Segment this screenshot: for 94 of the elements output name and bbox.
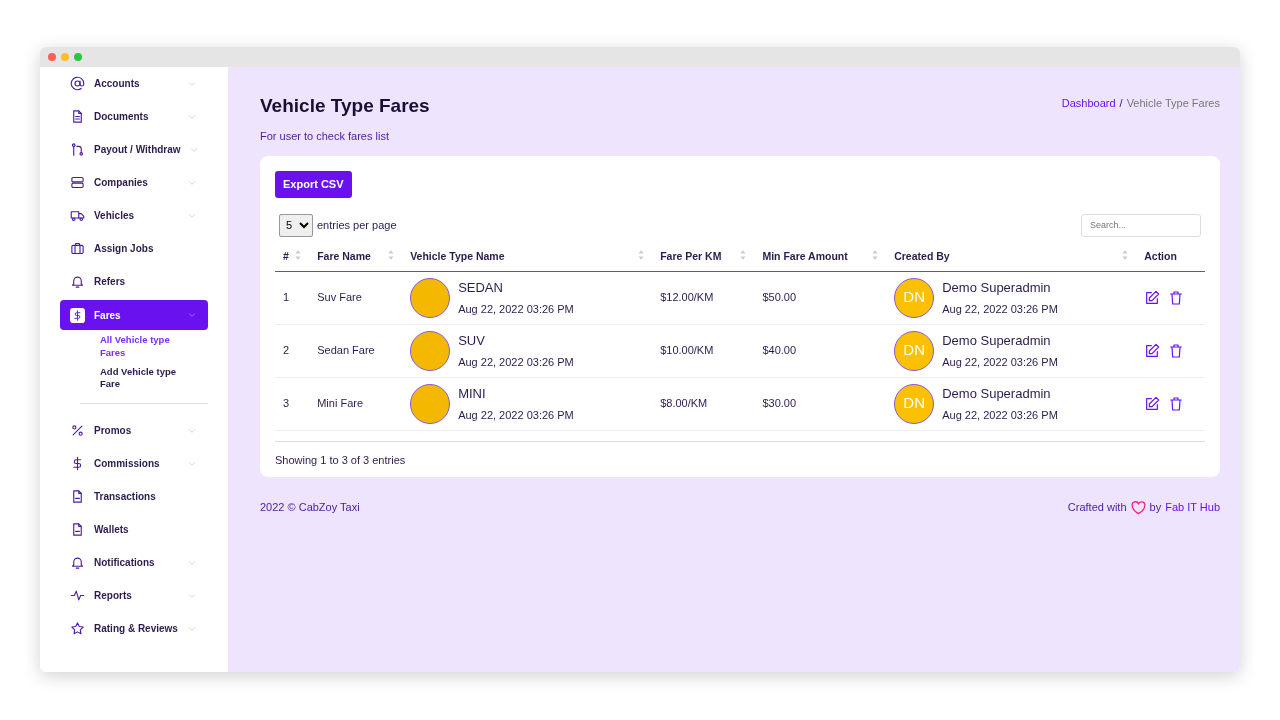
percent-icon [70, 423, 85, 439]
sidebar-item[interactable]: Reports [60, 579, 208, 613]
table-cell: Sedan Fare [309, 324, 403, 378]
column-header[interactable]: # [275, 242, 310, 272]
copyright-text: 2022 © CabZoy Taxi [260, 500, 360, 516]
column-header[interactable]: Fare Per KM [652, 242, 755, 272]
row-number: 1 [275, 271, 310, 325]
edit-icon[interactable] [1144, 342, 1161, 359]
column-header[interactable]: Vehicle Type Name [402, 242, 653, 272]
breadcrumb-current: Vehicle Type Fares [1126, 96, 1220, 111]
delete-icon[interactable] [1168, 289, 1185, 306]
document-icon [70, 109, 85, 124]
sort-icon[interactable] [638, 248, 645, 261]
heart-icon [1130, 500, 1146, 515]
at-icon [70, 76, 85, 91]
sort-icon[interactable] [872, 248, 879, 261]
sidebar-item[interactable]: Assign Jobs [60, 232, 208, 265]
created-date: Aug 22, 2022 03:26 PM [942, 355, 1058, 371]
sidebar-item[interactable]: Rating & Reviews [60, 612, 208, 646]
sidebar-item[interactable]: Promos [60, 414, 208, 448]
vehicle-date: Aug 22, 2022 03:26 PM [458, 302, 574, 318]
star-icon [70, 621, 85, 637]
close-window-icon[interactable] [48, 53, 56, 61]
edit-icon[interactable] [1144, 289, 1161, 306]
delete-icon[interactable] [1168, 342, 1185, 359]
sort-icon[interactable] [388, 248, 395, 261]
table-cell: $40.00 [754, 324, 887, 378]
file-icon [70, 522, 85, 538]
column-header[interactable]: Min Fare Amount [754, 242, 887, 272]
row-number: 3 [275, 377, 310, 431]
sidebar-item[interactable]: Companies [60, 166, 208, 199]
export-csv-button[interactable]: Export CSV [275, 171, 352, 198]
truck-icon [70, 208, 85, 223]
sidebar-item[interactable]: Vehicles [60, 199, 208, 232]
column-header[interactable]: Created By [886, 242, 1137, 272]
bell-icon [70, 274, 85, 289]
sort-icon[interactable] [740, 248, 747, 261]
created-date: Aug 22, 2022 03:26 PM [942, 302, 1058, 318]
sort-icon[interactable] [1122, 248, 1129, 261]
sidebar-item[interactable]: Wallets [60, 513, 208, 547]
sidebar-item[interactable]: Accounts [60, 67, 208, 100]
page-title: Vehicle Type Fares [260, 95, 430, 118]
creator-name: Demo Superadmin [942, 331, 1052, 350]
maximize-window-icon[interactable] [74, 53, 82, 61]
creator-name: Demo Superadmin [942, 278, 1052, 297]
vehicle-date: Aug 22, 2022 03:26 PM [458, 408, 574, 424]
vehicle-type-name: SUV [458, 331, 486, 350]
table-cell: Mini Fare [309, 377, 403, 431]
avatar: DN [894, 330, 935, 371]
breadcrumb-link[interactable]: Dashboard [1061, 95, 1116, 112]
credit-text: by [1149, 500, 1162, 516]
sidebar-item[interactable]: Payout / Withdraw [60, 133, 208, 166]
briefcase-icon [70, 241, 85, 256]
delete-icon[interactable] [1168, 395, 1185, 412]
row-number: 2 [275, 324, 310, 378]
vehicle-type-name: MINI [458, 384, 487, 403]
server-icon [70, 175, 85, 190]
branch-icon [70, 142, 85, 157]
sidebar-item[interactable]: Fares [60, 300, 208, 330]
table-cell: $12.00/KM [652, 271, 755, 325]
table-cell: $50.00 [754, 271, 887, 325]
submenu-item[interactable]: All Vehicle type Fares [100, 334, 178, 360]
column-header[interactable]: Fare Name [309, 242, 403, 272]
edit-icon[interactable] [1144, 395, 1161, 412]
created-date: Aug 22, 2022 03:26 PM [942, 408, 1058, 424]
avatar: DN [894, 277, 935, 318]
table-cell: $30.00 [754, 377, 887, 431]
credit-text: Crafted with [1067, 500, 1127, 516]
author-link[interactable]: Fab IT Hub [1165, 499, 1220, 516]
vehicle-date: Aug 22, 2022 03:26 PM [458, 355, 574, 371]
vehicle-type-name: SEDAN [458, 278, 504, 297]
search-field[interactable]: Search... [1081, 213, 1201, 237]
minimize-window-icon[interactable] [61, 53, 69, 61]
creator-name: Demo Superadmin [942, 384, 1052, 403]
file-icon [70, 489, 85, 505]
page-size-select[interactable]: 5 [279, 213, 313, 237]
sidebar-item[interactable]: Transactions [60, 480, 208, 514]
bell-icon [70, 555, 85, 571]
page-subtitle: For user to check fares list [260, 128, 390, 144]
page-size-label: entries per page [317, 218, 397, 234]
submenu-item[interactable]: Add Vehicle type Fare [100, 365, 178, 392]
breadcrumb-separator: / [1119, 96, 1123, 111]
table-info: Showing 1 to 3 of 3 entries [275, 440, 1205, 469]
sort-icon[interactable] [295, 248, 302, 261]
sidebar-item[interactable]: Commissions [60, 447, 208, 481]
sidebar-item[interactable]: Refers [60, 265, 208, 298]
sidebar-item[interactable]: Documents [60, 100, 208, 133]
table-cell: $10.00/KM [652, 324, 755, 378]
avatar: DN [894, 383, 935, 424]
table-cell: $8.00/KM [652, 377, 755, 431]
dollar-icon [70, 307, 85, 323]
sidebar-item[interactable]: Notifications [60, 546, 208, 580]
table-cell: Suv Fare [309, 271, 403, 325]
column-header: Action [1136, 242, 1205, 272]
